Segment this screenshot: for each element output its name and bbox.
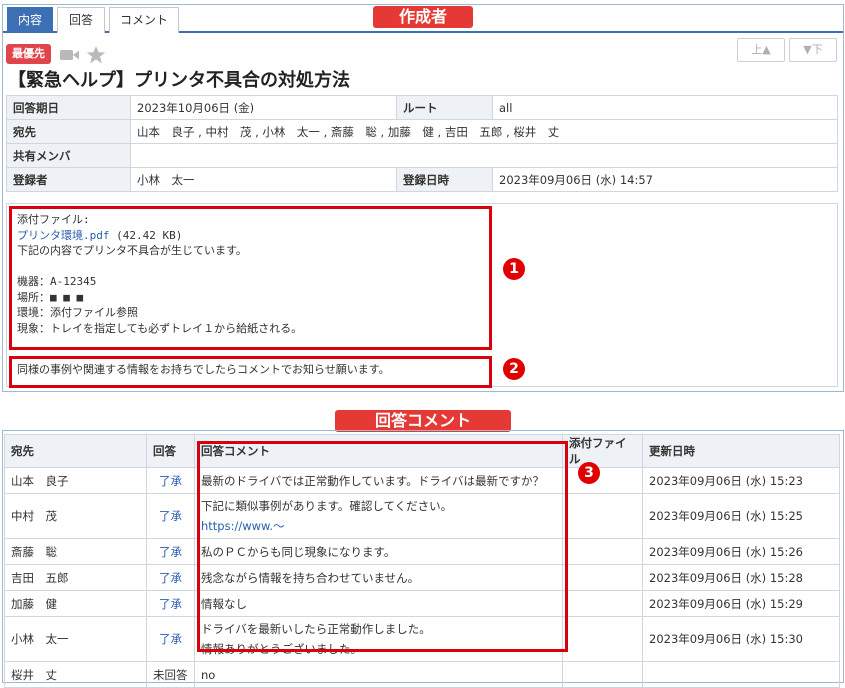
row-reply-link[interactable]: 了承: [146, 616, 195, 662]
annotation-marker-2: 2: [503, 358, 525, 380]
row-reply-status: 未回答: [146, 661, 195, 688]
table-row: 桜井 丈 未回答 no: [4, 661, 840, 688]
row-name: 中村 茂: [4, 493, 147, 539]
recipients-value: 山本 良子 , 中村 茂 , 小林 太一 , 斎藤 聡 , 加藤 健 , 吉田 …: [130, 119, 838, 144]
shared-members-label: 共有メンバ: [6, 143, 131, 168]
tab-comment[interactable]: コメント: [109, 7, 179, 33]
annotation-box-2: [9, 356, 492, 388]
next-button[interactable]: ▼下: [789, 38, 837, 62]
row-reply-link[interactable]: 了承: [146, 467, 195, 494]
registrant-label: 登録者: [6, 167, 131, 192]
col-header-attachment: 添付ファイル: [562, 434, 643, 468]
col-header-to: 宛先: [4, 434, 147, 468]
route-value: all: [492, 95, 838, 120]
star-icon[interactable]: [86, 45, 106, 68]
route-label: ルート: [396, 95, 493, 120]
reply-comment-annotation-banner: 回答コメント: [335, 410, 511, 432]
row-name: 桜井 丈: [4, 661, 147, 688]
prev-button[interactable]: 上▲: [737, 38, 785, 62]
registered-at-label: 登録日時: [396, 167, 493, 192]
annotation-box-1: [9, 206, 492, 350]
row-attachment: [562, 467, 643, 494]
due-date-value: 2023年10月06日 (金): [130, 95, 397, 120]
row-updated: 2023年09月06日 (水) 15:30: [642, 616, 840, 662]
row-attachment: [562, 590, 643, 617]
annotation-box-3: [197, 441, 568, 652]
page-title: 【緊急ヘルプ】プリンタ不具合の対処方法: [8, 70, 350, 91]
creator-annotation-banner: 作成者: [373, 6, 473, 28]
registered-at-value: 2023年09月06日 (水) 14:57: [492, 167, 838, 192]
row-attachment: [562, 538, 643, 565]
due-date-label: 回答期日: [6, 95, 131, 120]
row-comment: no: [194, 661, 563, 688]
row-reply-link[interactable]: 了承: [146, 493, 195, 539]
row-attachment: [562, 616, 643, 662]
shared-members-value: [130, 143, 838, 168]
row-updated: 2023年09月06日 (水) 15:23: [642, 467, 840, 494]
row-reply-link[interactable]: 了承: [146, 538, 195, 565]
annotation-marker-1: 1: [503, 258, 525, 280]
row-name: 斎藤 聡: [4, 538, 147, 565]
row-name: 山本 良子: [4, 467, 147, 494]
annotation-marker-3: 3: [578, 462, 600, 484]
row-reply-link[interactable]: 了承: [146, 590, 195, 617]
row-attachment: [562, 661, 643, 688]
tab-content[interactable]: 内容: [7, 7, 53, 33]
col-header-updated: 更新日時: [642, 434, 840, 468]
video-camera-icon[interactable]: [60, 48, 80, 65]
row-updated: 2023年09月06日 (水) 15:25: [642, 493, 840, 539]
row-reply-link[interactable]: 了承: [146, 564, 195, 591]
row-updated: [642, 661, 840, 688]
row-name: 加藤 健: [4, 590, 147, 617]
row-name: 小林 太一: [4, 616, 147, 662]
row-updated: 2023年09月06日 (水) 15:28: [642, 564, 840, 591]
col-header-reply: 回答: [146, 434, 195, 468]
row-name: 吉田 五郎: [4, 564, 147, 591]
row-updated: 2023年09月06日 (水) 15:29: [642, 590, 840, 617]
recipients-label: 宛先: [6, 119, 131, 144]
info-table: 回答期日 2023年10月06日 (金) ルート all 宛先 山本 良子 , …: [6, 95, 838, 192]
row-attachment: [562, 493, 643, 539]
row-attachment: [562, 564, 643, 591]
priority-badge: 最優先: [6, 44, 51, 64]
tab-reply[interactable]: 回答: [57, 7, 105, 33]
registrant-value: 小林 太一: [130, 167, 397, 192]
row-updated: 2023年09月06日 (水) 15:26: [642, 538, 840, 565]
